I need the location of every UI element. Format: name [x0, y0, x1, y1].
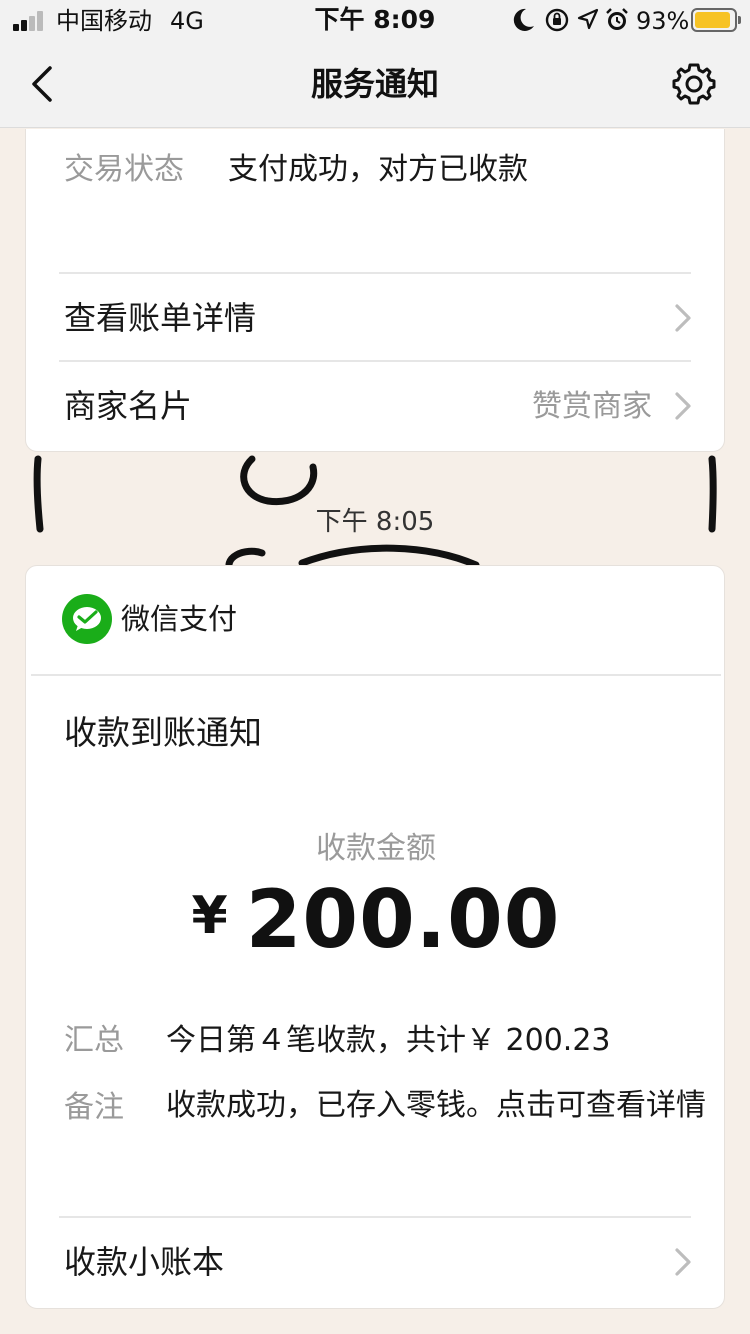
- link-label: 查看账单详情: [64, 299, 257, 337]
- link-label: 商家名片: [64, 387, 193, 425]
- link-label: 收款小账本: [64, 1243, 225, 1281]
- amount-value: 200.00: [245, 873, 561, 966]
- merchant-card-link[interactable]: 商家名片 赞赏商家: [26, 362, 726, 450]
- wechat-pay-logo-icon: [62, 594, 112, 644]
- chevron-right-icon: [675, 392, 691, 420]
- view-bill-details-link[interactable]: 查看账单详情: [26, 274, 726, 362]
- chevron-left-icon: [32, 66, 52, 102]
- page-title: 服务通知: [310, 65, 439, 103]
- back-button[interactable]: [22, 60, 66, 108]
- previous-notification-card[interactable]: 支付方式 零钱 交易状态 支付成功，对方已收款 查看账单详情 商家名片 赞赏商家: [25, 129, 725, 452]
- divider: [31, 674, 721, 676]
- chevron-right-icon: [675, 1248, 691, 1276]
- amount-display: ¥200.00: [26, 871, 726, 987]
- wechat-pay-brand: 微信支付: [121, 602, 238, 636]
- message-list[interactable]: 支付方式 零钱 交易状态 支付成功，对方已收款 查看账单详情 商家名片 赞赏商家…: [0, 129, 750, 1334]
- alarm-icon: [604, 7, 630, 37]
- battery-icon: [691, 8, 741, 32]
- nav-bar: 服务通知: [0, 40, 750, 128]
- battery-percent: 93%: [636, 7, 690, 35]
- payment-received-card[interactable]: 微信支付 收款到账通知 收款金额 ¥200.00 汇总 今日第４笔收款，共计￥ …: [25, 565, 725, 1309]
- notification-title: 收款到账通知: [64, 713, 262, 752]
- gear-icon: [672, 63, 716, 105]
- kv-key: 备注: [64, 1090, 124, 1125]
- battery-fill: [695, 12, 730, 28]
- settings-button[interactable]: [670, 60, 718, 108]
- orientation-lock-icon: [544, 7, 570, 37]
- appreciate-merchant-label: 赞赏商家: [532, 389, 652, 424]
- amount-label: 收款金额: [316, 831, 436, 866]
- status-bar: 中国移动 4G 下午 8:09 93%: [0, 0, 750, 40]
- location-arrow-icon: [576, 7, 600, 37]
- kv-key: 汇总: [64, 1023, 124, 1058]
- chevron-right-icon: [675, 304, 691, 332]
- kv-value: 支付成功，对方已收款: [228, 152, 528, 187]
- kv-key: 支付方式: [64, 129, 184, 136]
- payment-ledger-link[interactable]: 收款小账本: [26, 1218, 726, 1306]
- kv-value: 零钱: [228, 129, 288, 136]
- moon-icon: [512, 7, 536, 37]
- kv-value: 今日第４笔收款，共计￥ 200.23: [166, 1023, 611, 1058]
- currency-symbol: ¥: [191, 886, 228, 946]
- kv-value: 收款成功，已存入零钱。点击可查看详情: [166, 1088, 706, 1123]
- message-timestamp: 下午 8:05: [305, 502, 445, 542]
- kv-key: 交易状态: [64, 152, 184, 187]
